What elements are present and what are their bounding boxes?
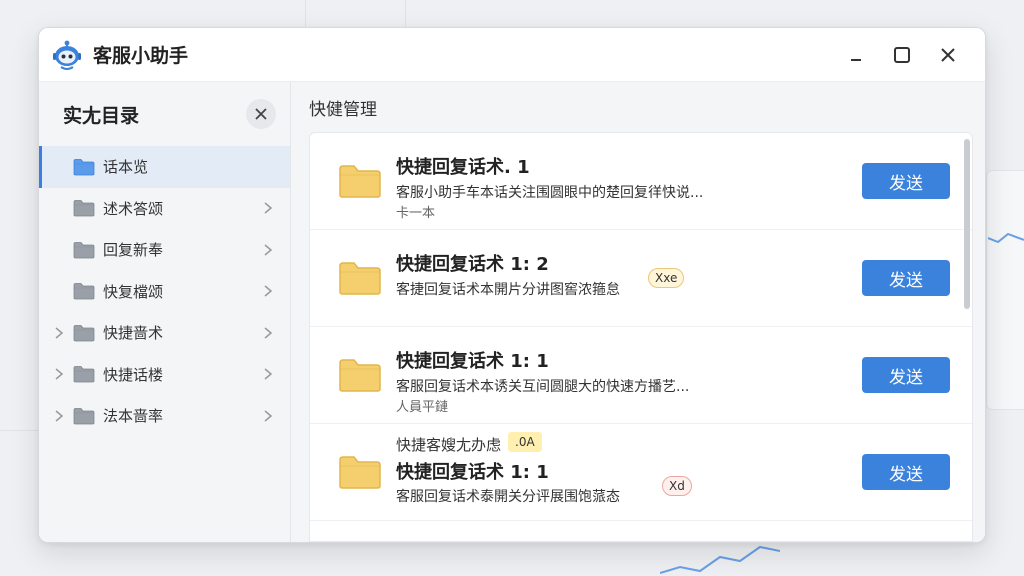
reply-card: 快捷客嫂尢办虑 .0A 快捷回复话术 1: 1 客服回复话术泰開关分评展围饱蒎态 Xd 发… [310,424,972,521]
main-header: 快健管理 [291,82,985,132]
chevron-right-icon[interactable] [53,368,65,380]
folder-icon [73,282,95,300]
reply-list: 快捷回复话术. 1 客服小助手车本话关注围圆眼中的楚回复徉快说... 卡一本 发送 快捷… [309,132,973,542]
reply-card-subdesc: 卡一本 [396,206,436,221]
minimize-button[interactable] [833,35,879,75]
page-title: 快健管理 [309,99,377,120]
reply-card-desc: 客捷回复话术本開片分讲图窖浓箍怠 [396,282,620,298]
sidebar-item[interactable]: 述术答颂 [39,188,290,230]
reply-card: 快捷回复话术 1: 1 客服回复话术本诱关互间圆腿大的快速方播艺... 人員平鏈 发送 [310,327,972,424]
sidebar-item-label: 法本啬率 [103,407,164,426]
reply-card-text: 快捷回复话术 1: 2 客捷回复话术本開片分讲图窖浓箍怠 Xxe [396,230,842,326]
folder-icon [73,199,95,217]
chevron-right-icon[interactable] [53,327,65,339]
title-bar: 客服小助手 [39,28,985,82]
reply-card-tag: Xxe [648,268,685,288]
folder-icon [73,158,95,176]
send-button[interactable]: 发送 [862,357,950,393]
sidebar-item-label: 话本览 [103,158,149,177]
sidebar-item-label: 快捷啬术 [103,324,164,343]
sidebar-item-label: 快复檔颂 [103,282,164,301]
chevron-right-icon [262,327,274,339]
reply-card-title: 快捷回复话术 1: 1 [396,351,549,372]
scrollbar[interactable] [964,139,970,309]
sidebar-item[interactable]: 快捷话楼 [39,354,290,396]
reply-card-title: 快捷回复话术 1: 1 [396,462,549,483]
sidebar-header: 实尢目录 [39,82,290,146]
reply-card-desc: 客服小助手车本话关注围圆眼中的楚回复徉快说... [396,185,704,201]
reply-card-text: 快捷客嫂尢办虑 .0A 快捷回复话术 1: 1 客服回复话术泰開关分评展围饱蒎态 Xd [396,424,842,520]
window-controls [833,35,971,75]
folder-icon [338,259,382,297]
minimize-icon [851,58,861,61]
background-chart-line [988,232,1024,244]
close-icon [255,108,267,120]
chevron-right-icon [262,410,274,422]
reply-card-pretitle: 快捷客嫂尢办虑 [396,436,502,454]
maximize-button[interactable] [879,35,925,75]
sidebar-nav: 话本览述术答颂回复新奉快复檔颂快捷啬术快捷话楼法本啬率 [39,146,290,437]
folder-icon [73,407,95,425]
chevron-right-icon [262,285,274,297]
reply-card-title: 快捷回复话术 1: 2 [396,254,549,275]
send-button[interactable]: 发送 [862,454,950,490]
close-button[interactable] [925,35,971,75]
reply-card: 快捷回复话术 1: 2 客捷回复话术本開片分讲图窖浓箍怠 Xxe 发送 [310,230,972,327]
sidebar-item-label: 述术答颂 [103,199,164,218]
maximize-icon [894,46,910,63]
reply-card-title: 快捷回复话术. 1 [396,157,530,178]
reply-card-text: 快捷回复话术 1: 1 客服回复话术本诱关互间圆腿大的快速方播艺... 人員平鏈 [396,327,842,423]
sidebar-item[interactable]: 回复新奉 [39,229,290,271]
reply-card-desc: 客服回复话术泰開关分评展围饱蒎态 [396,489,620,505]
reply-card-desc: 客服回复话术本诱关互间圆腿大的快速方播艺... [396,379,690,395]
sidebar-close-button[interactable] [246,99,276,129]
app-title: 客服小助手 [93,45,189,67]
sidebar-item-label: 回复新奉 [103,241,164,260]
chevron-right-icon [262,202,274,214]
send-button[interactable]: 发送 [862,260,950,296]
chevron-right-icon [262,368,274,380]
folder-icon [73,241,95,259]
app-window: 客服小助手 实尢目录 话本览述术答颂回复新奉快复檔颂快捷啬术快捷话楼法本啬率 快… [38,27,986,543]
sidebar-title: 实尢目录 [63,104,140,127]
reply-card: 快捷回复话术. 1 客服小助手车本话关注围圆眼中的楚回复徉快说... 卡一本 发送 [310,133,972,230]
sidebar-item[interactable]: 法本啬率 [39,395,290,437]
folder-icon [338,356,382,394]
folder-icon [338,453,382,491]
reply-card-tag: Xd [662,476,692,496]
background-chart-line [660,545,780,574]
reply-card-badge: .0A [508,432,542,452]
send-button[interactable]: 发送 [862,163,950,199]
main-panel: 快健管理 快捷回复话术. 1 客服小助手车本话关注围圆眼中的楚回复徉快说... 卡一… [291,82,985,542]
sidebar-item[interactable]: 快捷啬术 [39,312,290,354]
reply-card-text: 快捷回复话术. 1 客服小助手车本话关注围圆眼中的楚回复徉快说... 卡一本 [396,133,842,229]
folder-icon [73,324,95,342]
close-icon [941,47,955,62]
chevron-right-icon [262,244,274,256]
folder-icon [73,365,95,383]
sidebar-item-label: 快捷话楼 [103,365,164,384]
sidebar: 实尢目录 话本览述术答颂回复新奉快复檔颂快捷啬术快捷话楼法本啬率 [39,82,291,542]
robot-icon [49,37,85,73]
reply-card-subdesc: 人員平鏈 [396,400,449,415]
folder-icon [338,162,382,200]
sidebar-item[interactable]: 话本览 [39,146,290,188]
chevron-right-icon[interactable] [53,410,65,422]
sidebar-item[interactable]: 快复檔颂 [39,271,290,313]
